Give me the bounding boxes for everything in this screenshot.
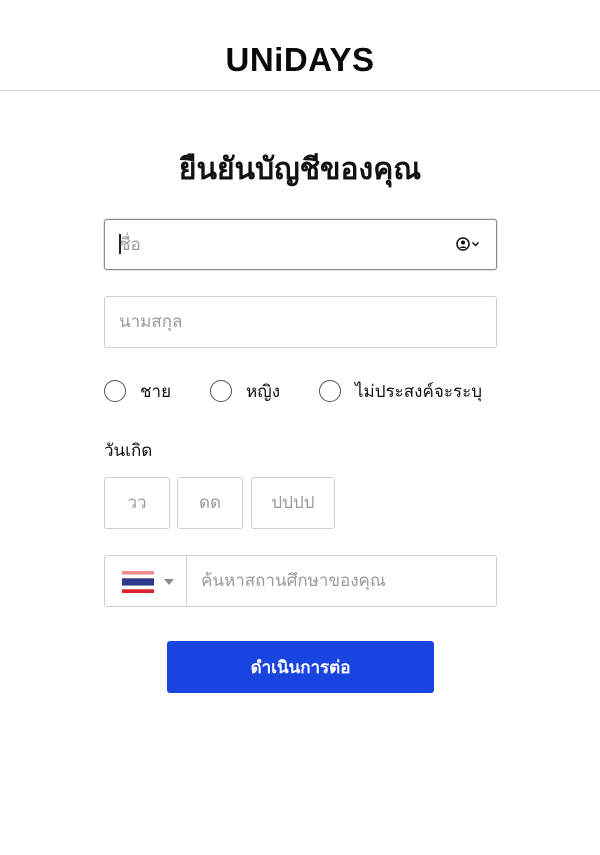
radio-button[interactable]	[104, 380, 126, 402]
chevron-down-icon	[164, 579, 174, 585]
page-header: UNiDAYS	[0, 0, 600, 91]
gender-option-male[interactable]: ชาย	[104, 376, 171, 406]
dob-day-input[interactable]	[105, 478, 169, 528]
radio-button[interactable]	[319, 380, 341, 402]
dob-month-field[interactable]	[177, 477, 243, 529]
dob-label: วันเกิด	[104, 441, 153, 461]
last-name-input[interactable]	[105, 297, 496, 347]
gender-option-unspecified[interactable]: ไม่ประสงค์จะระบุ	[319, 376, 482, 406]
continue-button[interactable]: ดำเนินการต่อ	[167, 641, 434, 693]
text-caret	[119, 234, 121, 254]
contact-autofill-icon[interactable]	[455, 236, 481, 252]
radio-label: หญิง	[246, 381, 280, 402]
school-search-input[interactable]	[187, 556, 496, 606]
radio-button[interactable]	[210, 380, 232, 402]
thailand-flag-icon	[122, 571, 154, 593]
last-name-field[interactable]	[104, 296, 497, 348]
dob-year-field[interactable]	[251, 477, 335, 529]
school-search-field[interactable]	[186, 555, 497, 607]
first-name-field[interactable]	[104, 219, 497, 270]
dob-year-input[interactable]	[252, 478, 334, 528]
radio-label: ไม่ประสงค์จะระบุ	[355, 381, 483, 402]
unidays-logo[interactable]: UNiDAYS	[0, 40, 600, 80]
first-name-input[interactable]	[105, 220, 496, 269]
dob-month-input[interactable]	[178, 478, 242, 528]
page-title: ยืนยันบัญชีของคุณ	[178, 152, 422, 187]
radio-label: ชาย	[140, 381, 172, 402]
country-selector[interactable]	[104, 555, 187, 607]
dob-day-field[interactable]	[104, 477, 170, 529]
gender-option-female[interactable]: หญิง	[210, 376, 280, 406]
